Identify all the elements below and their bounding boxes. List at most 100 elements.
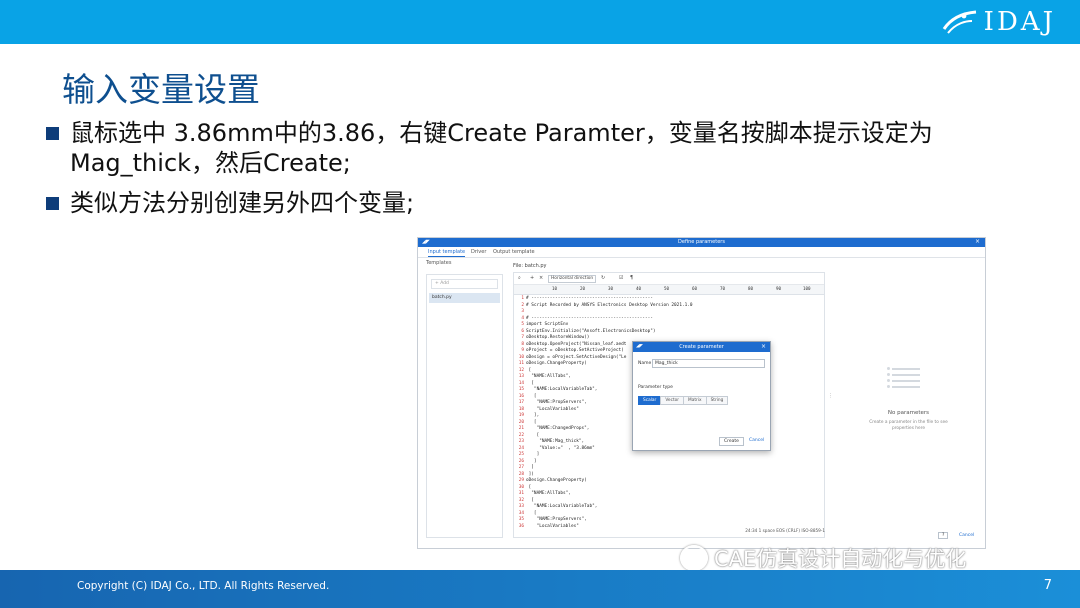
ruler-tick: 70: [720, 286, 726, 291]
templates-pane: Templates + Add batch.py: [426, 260, 504, 542]
list-placeholder-icon: [887, 367, 920, 392]
name-input[interactable]: Mag_thick: [652, 359, 765, 368]
code-text: # Script Recorded by ANSYS Electronics D…: [526, 302, 693, 308]
wechat-icon: [680, 545, 708, 571]
code-text: ]): [526, 471, 534, 477]
top-banner: IDAJ: [0, 0, 1080, 44]
parameter-type-label: Parameter type: [638, 385, 673, 390]
templates-label: Templates: [426, 260, 452, 266]
code-text: [: [526, 484, 532, 490]
slide-title: 输入变量设置: [62, 70, 260, 109]
bullet-list: 鼠标选中 3.86mm中的3.86，右键Create Paramter，变量名按…: [46, 118, 1016, 228]
ruler-tick: 90: [776, 286, 782, 291]
page-number: 7: [1043, 578, 1052, 593]
code-text: oDesktop.RestoreWindow(): [526, 335, 590, 340]
ruler-tick: 80: [748, 286, 754, 291]
code-text: "NAME:LocalVariableTab",: [526, 387, 598, 392]
code-text: "NAME:PropServers",: [526, 517, 587, 522]
code-text: ScriptEnv.Initialize("Ansoft.Electronics…: [526, 328, 656, 334]
file-label: File: batch.py: [513, 263, 547, 269]
code-text: ]: [526, 458, 537, 464]
tab-input-template[interactable]: Input template: [428, 249, 466, 257]
create-button[interactable]: Create: [719, 437, 744, 446]
code-text: "NAME:LocalVariableTab",: [526, 504, 598, 509]
bullet-item: 类似方法分别创建另外四个变量;: [46, 188, 1016, 218]
code-text: oDesign = oProject.SetActiveDesign("Le: [526, 354, 627, 360]
ruler-tick: 20: [580, 286, 586, 291]
code-text: [: [526, 497, 534, 503]
tab-output-template[interactable]: Output template: [493, 249, 535, 255]
search-icon[interactable]: ⌕: [518, 275, 521, 281]
create-parameter-dialog: ◢◤ Create parameter × Name Mag_thick Par…: [632, 341, 771, 451]
code-text: "NAME:PropServers",: [526, 400, 587, 405]
no-parameters-title: No parameters: [887, 410, 930, 416]
copyright: Copyright (C) IDAJ Co., LTD. All Rights …: [77, 580, 330, 592]
templates-list: + Add batch.py: [426, 274, 503, 538]
ruler-tick: 50: [664, 286, 670, 291]
direction-dropdown[interactable]: Horizontal direction: [548, 275, 597, 283]
ruler-tick: 10: [552, 286, 558, 291]
refresh-icon[interactable]: ↻: [601, 275, 605, 281]
close-icon[interactable]: ×: [975, 238, 980, 245]
code-text: [: [526, 380, 534, 386]
swoosh-icon: [942, 10, 976, 34]
ruler-tick: 40: [636, 286, 642, 291]
ok-button[interactable]: ?: [938, 532, 949, 539]
remove-icon[interactable]: ×: [539, 275, 543, 281]
pane-splitter[interactable]: ⋮: [828, 393, 833, 399]
ruler-tick: 60: [692, 286, 698, 291]
no-parameters-subtitle: Create a parameter in the file to see pr…: [869, 420, 948, 431]
code-text: [: [526, 393, 537, 399]
code-text: oDesign.ChangeProperty(: [526, 478, 587, 483]
code-text: "NAME:ChangedProps",: [526, 426, 590, 431]
parameters-pane: No parameters Create a parameter in the …: [836, 260, 981, 542]
ruler: 10 20 30 40 50 60 70 80 90 100: [514, 285, 824, 295]
window-titlebar: ◢◤ Define parameters ×: [418, 238, 985, 247]
tab-bar: Input template Driver Output template: [418, 247, 985, 258]
window-title: Define parameters: [678, 239, 725, 245]
parameter-type-selector: Scalar Vector Matrix String: [638, 396, 729, 405]
dialog-titlebar: ◢◤ Create parameter ×: [633, 342, 770, 352]
editor-status: 24:34 1 space EOS (CRLF) ISO-8859-1: [745, 528, 825, 533]
type-scalar[interactable]: Scalar: [638, 396, 662, 405]
code-text: "LocalVariables": [526, 406, 579, 412]
dialog-title: Create parameter: [679, 344, 724, 350]
code-text: ]: [526, 452, 540, 457]
tab-driver[interactable]: Driver: [471, 249, 486, 255]
code-text: oProject = oDesktop.SetActiveProject(: [526, 348, 624, 353]
cancel-button[interactable]: Cancel: [959, 533, 974, 538]
type-vector[interactable]: Vector: [660, 396, 685, 405]
watermark: CAE仿真设计自动化与优化: [680, 543, 966, 573]
type-string[interactable]: String: [705, 396, 729, 405]
code-text: "NAME:AllTabs",: [526, 491, 571, 496]
name-label: Name: [638, 361, 652, 366]
type-matrix[interactable]: Matrix: [683, 396, 707, 405]
ruler-tick: 100: [803, 286, 811, 291]
template-item[interactable]: batch.py: [429, 293, 500, 303]
code-text: oDesktop.OpenProject("Nissan_leaf.aedt: [526, 341, 627, 347]
code-text: "Value:=" , "3.86mm": [526, 445, 595, 451]
bullet-text: 类似方法分别创建另外四个变量;: [70, 189, 415, 217]
watermark-text: CAE仿真设计自动化与优化: [714, 547, 967, 571]
checkbox-icon[interactable]: ☑: [619, 275, 623, 281]
editor-toolbar: ⌕ + × Horizontal direction ↻ ☑ ¶: [514, 273, 824, 285]
code-text: # --------------------------------------…: [526, 296, 653, 301]
bullet-text: 鼠标选中 3.86mm中的3.86，右键Create Paramter，变量名按…: [70, 119, 933, 177]
idaj-logo: IDAJ: [942, 6, 1056, 38]
ruler-tick: 30: [608, 286, 614, 291]
code-text: # --------------------------------------…: [526, 315, 653, 321]
code-text: "NAME:Mag_thick",: [526, 439, 585, 444]
code-text: "NAME:AllTabs",: [526, 374, 571, 379]
add-template-input[interactable]: + Add: [431, 279, 498, 289]
close-icon[interactable]: ×: [761, 343, 766, 350]
pilcrow-icon[interactable]: ¶: [630, 275, 633, 281]
code-text: oDesign.ChangeProperty(: [526, 361, 587, 366]
logo-text: IDAJ: [983, 7, 1056, 37]
add-icon[interactable]: +: [530, 275, 534, 281]
code-text: [: [526, 419, 537, 425]
dialog-cancel-button[interactable]: Cancel: [749, 438, 764, 443]
code-text: [: [526, 367, 532, 373]
code-text: ],: [526, 413, 540, 418]
code-text: ]: [526, 465, 534, 470]
bullet-item: 鼠标选中 3.86mm中的3.86，右键Create Paramter，变量名按…: [46, 118, 1016, 178]
